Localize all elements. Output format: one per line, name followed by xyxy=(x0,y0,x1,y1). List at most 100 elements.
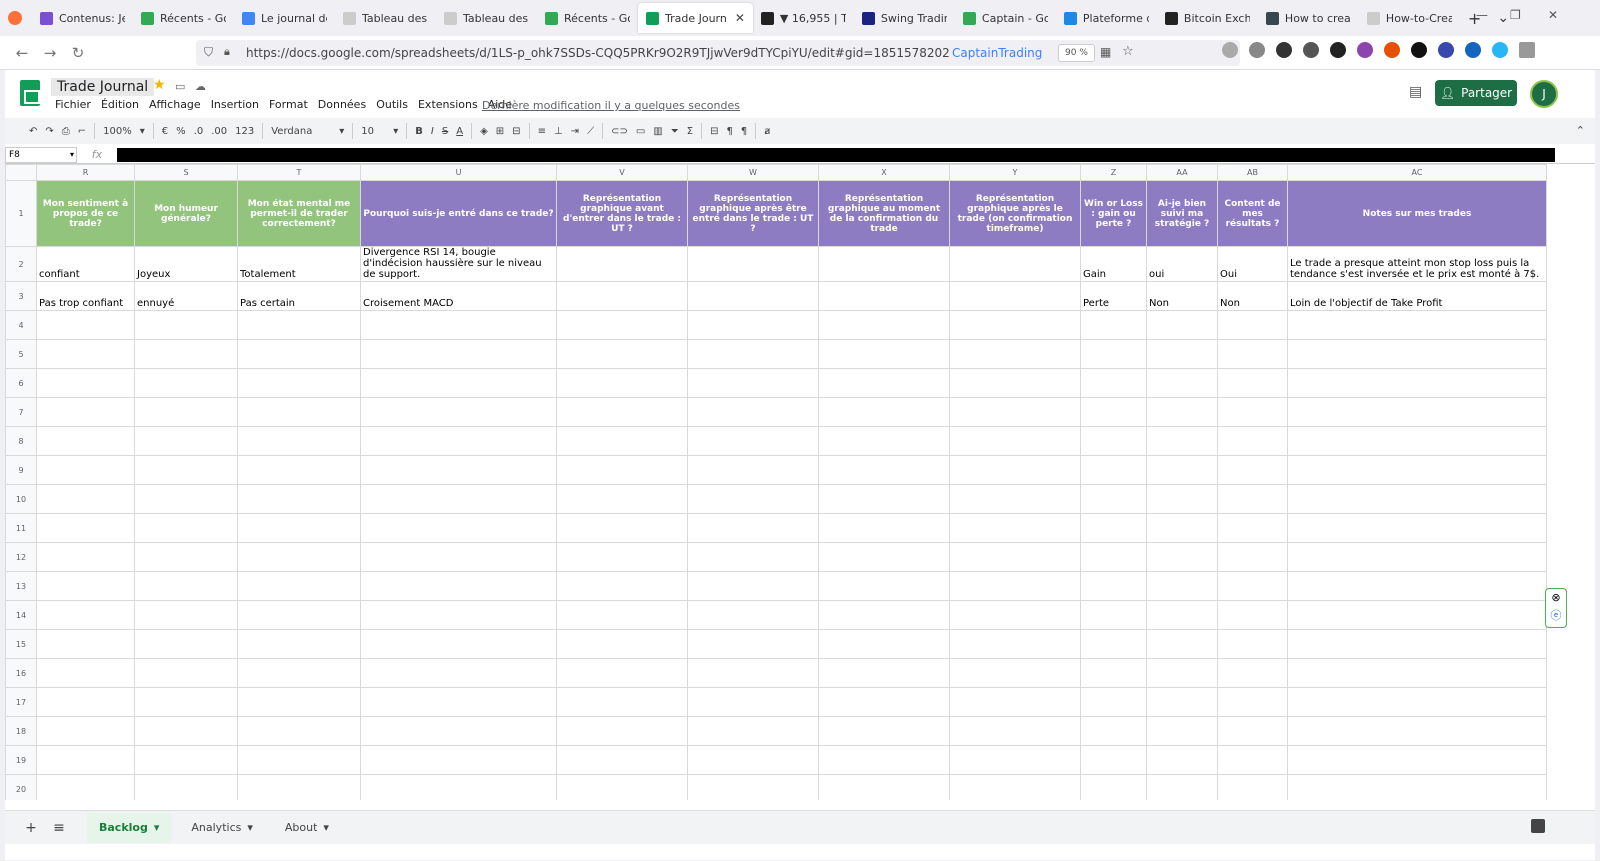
row-header[interactable]: 19 xyxy=(5,745,37,775)
avatar[interactable]: J xyxy=(1530,80,1558,108)
table-cell[interactable] xyxy=(1146,397,1218,427)
row-header[interactable]: 13 xyxy=(5,571,37,601)
browser-tab[interactable]: Contenus: Je xyxy=(32,3,133,33)
table-cell[interactable] xyxy=(360,484,557,514)
table-cell[interactable] xyxy=(1287,658,1547,688)
menu-icon[interactable] xyxy=(1519,42,1535,58)
table-cell[interactable] xyxy=(360,339,557,369)
table-cell[interactable] xyxy=(556,281,688,311)
header-cell[interactable]: Représentation graphique avant d'entrer … xyxy=(556,180,688,247)
pocket-icon[interactable] xyxy=(1222,42,1238,58)
italic-icon[interactable]: I xyxy=(431,126,434,137)
insert-chart-icon[interactable]: ▥ xyxy=(653,126,662,137)
table-cell[interactable] xyxy=(1080,455,1147,485)
table-cell[interactable] xyxy=(949,246,1081,282)
table-cell[interactable] xyxy=(1146,571,1218,601)
table-cell[interactable] xyxy=(556,310,688,340)
table-cell[interactable]: oui xyxy=(1146,246,1218,282)
table-cell[interactable] xyxy=(687,629,819,659)
table-cell[interactable] xyxy=(1080,542,1147,572)
menu-item[interactable]: Format xyxy=(269,98,308,111)
table-cell[interactable] xyxy=(818,600,950,630)
table-cell[interactable] xyxy=(237,513,361,543)
table-cell[interactable] xyxy=(818,774,950,800)
table-cell[interactable] xyxy=(1146,658,1218,688)
table-cell[interactable] xyxy=(237,687,361,717)
input-tools-icon[interactable]: ⱥ xyxy=(764,126,770,137)
table-cell[interactable] xyxy=(1217,745,1288,775)
table-cell[interactable] xyxy=(556,246,688,282)
table-cell[interactable] xyxy=(237,310,361,340)
column-header[interactable]: AB xyxy=(1217,164,1288,181)
table-cell[interactable] xyxy=(360,368,557,398)
table-cell[interactable] xyxy=(360,745,557,775)
table-cell[interactable] xyxy=(949,484,1081,514)
star-icon[interactable]: ★ xyxy=(153,77,166,93)
table-cell[interactable] xyxy=(1080,571,1147,601)
table-cell[interactable] xyxy=(1287,687,1547,717)
table-cell[interactable] xyxy=(36,774,135,800)
table-cell[interactable] xyxy=(1080,716,1147,746)
table-cell[interactable] xyxy=(949,397,1081,427)
column-header[interactable]: T xyxy=(237,164,361,181)
table-cell[interactable] xyxy=(949,571,1081,601)
table-cell[interactable] xyxy=(36,368,135,398)
table-cell[interactable]: Totalement xyxy=(237,246,361,282)
table-cell[interactable] xyxy=(687,246,819,282)
table-cell[interactable]: Gain xyxy=(1080,246,1147,282)
table-cell[interactable] xyxy=(687,600,819,630)
table-cell[interactable] xyxy=(360,600,557,630)
vertical-align-icon[interactable]: ⊥ xyxy=(554,126,563,137)
table-cell[interactable] xyxy=(1287,745,1547,775)
extension-blue-icon[interactable] xyxy=(1465,42,1481,58)
table-cell[interactable] xyxy=(556,484,688,514)
table-cell[interactable] xyxy=(360,658,557,688)
table-cell[interactable] xyxy=(1080,397,1147,427)
restore-icon[interactable]: ❐ xyxy=(1510,8,1521,22)
sheets-logo-icon[interactable] xyxy=(20,80,40,106)
table-cell[interactable] xyxy=(949,687,1081,717)
table-cell[interactable] xyxy=(1146,455,1218,485)
header-cell[interactable]: Win or Loss : gain ou perte ? xyxy=(1080,180,1147,247)
table-cell[interactable] xyxy=(36,397,135,427)
all-sheets-button[interactable]: ≡ xyxy=(47,820,71,836)
row-header[interactable]: 8 xyxy=(5,426,37,456)
zoom-select[interactable]: 100% xyxy=(103,126,132,137)
header-cell[interactable]: Mon sentiment à propos de ce trade? xyxy=(36,180,135,247)
table-cell[interactable] xyxy=(134,629,238,659)
print-icon[interactable]: ⎙ xyxy=(62,126,70,137)
bold-icon[interactable]: B xyxy=(415,126,423,137)
table-cell[interactable] xyxy=(556,716,688,746)
table-cell[interactable] xyxy=(134,368,238,398)
table-cell[interactable] xyxy=(818,455,950,485)
table-cell[interactable] xyxy=(949,629,1081,659)
table-cell[interactable] xyxy=(1287,774,1547,800)
table-cell[interactable] xyxy=(818,484,950,514)
header-cell[interactable]: Notes sur mes trades xyxy=(1287,180,1547,247)
horizontal-align-icon[interactable]: ≡ xyxy=(538,126,546,137)
table-cell[interactable] xyxy=(1146,513,1218,543)
header-cell[interactable]: Représentation graphique après être entr… xyxy=(687,180,819,247)
table-cell[interactable] xyxy=(1217,658,1288,688)
row-header[interactable]: 20 xyxy=(5,774,37,800)
table-cell[interactable]: Le trade a presque atteint mon stop loss… xyxy=(1287,246,1547,282)
close-tab-icon[interactable]: ✕ xyxy=(735,11,745,25)
table-cell[interactable] xyxy=(134,426,238,456)
table-cell[interactable] xyxy=(134,513,238,543)
table-cell[interactable] xyxy=(687,774,819,800)
table-cell[interactable] xyxy=(1080,484,1147,514)
font-select[interactable]: Verdana xyxy=(271,126,331,137)
freeze-icon[interactable]: ⊟ xyxy=(710,126,718,137)
table-cell[interactable] xyxy=(237,368,361,398)
table-cell[interactable] xyxy=(237,658,361,688)
table-cell[interactable] xyxy=(556,339,688,369)
table-cell[interactable] xyxy=(1287,484,1547,514)
table-cell[interactable] xyxy=(360,629,557,659)
row-header[interactable]: 14 xyxy=(5,600,37,630)
table-cell[interactable] xyxy=(687,571,819,601)
row-header[interactable]: 12 xyxy=(5,542,37,572)
browser-tab[interactable]: How-to-Create-a xyxy=(1359,3,1460,33)
row-header[interactable]: 2 xyxy=(5,246,37,282)
table-cell[interactable] xyxy=(687,513,819,543)
table-cell[interactable] xyxy=(1146,368,1218,398)
